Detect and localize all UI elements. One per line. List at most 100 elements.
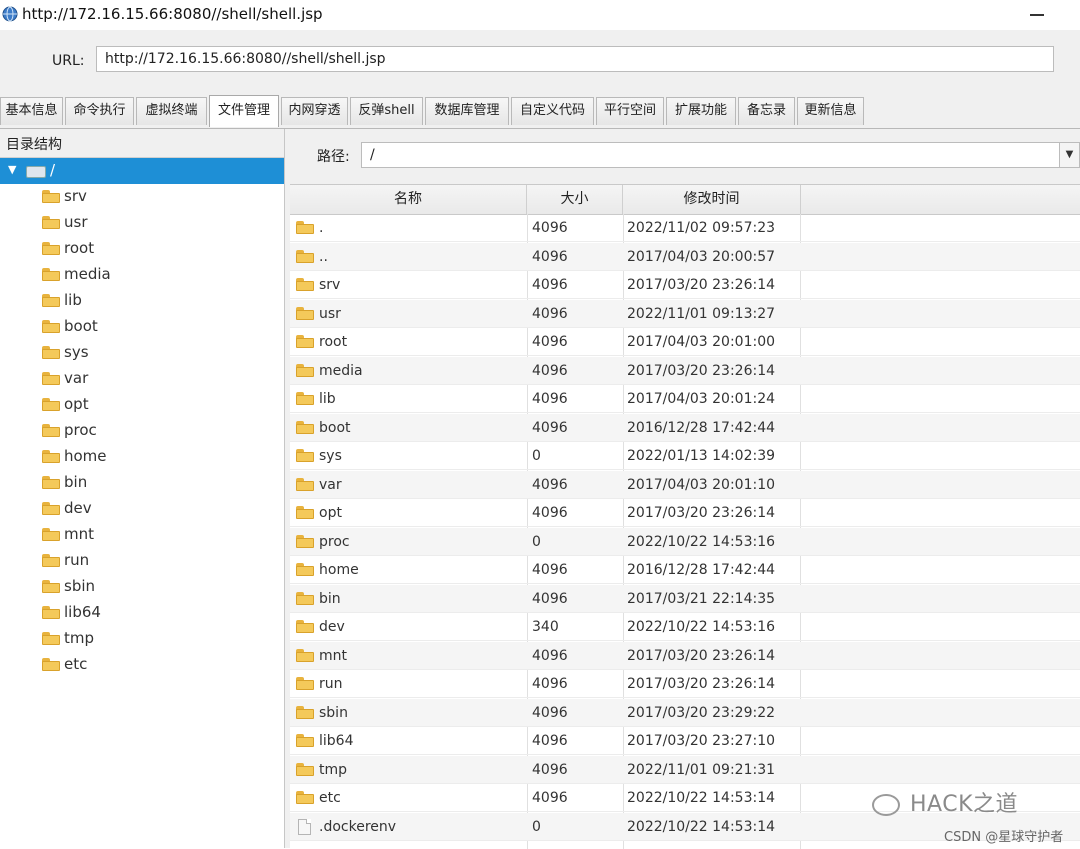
cell-mtime: 2022/11/01 09:13:27 [627,305,776,322]
folder-icon [42,294,60,307]
directory-tree-pane: 目录结构 ▼ / srv usr root media lib boot sys var opt… [0,129,285,848]
cell-name: run [319,676,343,692]
cell-size: 4096 [532,362,568,379]
folder-icon [296,477,314,491]
file-icon [298,818,311,835]
file-table: 名称 大小 修改时间 . 4096 2022/11/02 09:57:23.. 409… [290,184,1080,849]
cell-mtime: 2022/11/01 09:21:31 [627,761,776,778]
table-row[interactable]: boot 4096 2016/12/28 17:42:44 [290,413,1080,442]
table-row[interactable]: .. 4096 2017/04/03 20:00:57 [290,242,1080,271]
tab-database-manager[interactable]: 数据库管理 [425,97,509,125]
folder-icon [296,392,314,405]
cell-name: sys [319,448,342,464]
table-row[interactable]: proc 0 2022/10/22 14:53:16 [290,527,1080,556]
tab-parallel-space[interactable]: 平行空间 [596,97,664,125]
tab-bar: 基本信息 命令执行 虚拟终端 文件管理 内网穿透 反弹shell 数据库管理 自… [0,94,1080,129]
column-header-size[interactable]: 大小 [527,185,623,214]
wechat-icon [872,794,900,816]
tree-item-label: bin [64,473,88,491]
cell-size: 0 [532,448,541,464]
tab-extensions[interactable]: 扩展功能 [666,97,736,125]
tab-memo[interactable]: 备忘录 [738,97,795,125]
tree-item-label: run [64,551,90,569]
cell-size: 4096 [532,476,568,493]
table-row[interactable]: root 4096 2017/04/03 20:01:00 [290,328,1080,356]
cell-name: boot [319,419,351,436]
cell-size: 4096 [532,733,568,749]
cell-size: 4096 [532,590,568,607]
table-row[interactable]: sys 0 2022/01/13 14:02:39 [290,442,1080,470]
table-row[interactable]: sbin 4096 2017/03/20 23:29:22 [290,698,1080,727]
tab-reverse-shell[interactable]: 反弹shell [350,97,423,125]
table-row[interactable]: srv 4096 2017/03/20 23:26:14 [290,271,1080,299]
window-title: http://172.16.15.66:8080//shell/shell.js… [22,5,323,23]
cell-mtime: 2016/12/28 17:42:44 [627,419,776,436]
column-header-mtime[interactable]: 修改时间 [623,185,801,214]
table-row[interactable]: usr 4096 2022/11/01 09:13:27 [290,299,1080,328]
folder-icon [42,216,60,229]
tree-item-label: dev [64,499,92,517]
watermark: HACK之道 [872,786,1018,818]
tree-item-label: proc [64,421,97,439]
cell-name: tmp [319,761,348,778]
folder-icon [42,346,60,359]
cell-size: 4096 [532,334,568,350]
folder-icon [42,658,60,671]
cell-name: media [319,362,363,379]
column-header-name[interactable]: 名称 [290,185,527,214]
tab-custom-code[interactable]: 自定义代码 [511,97,594,125]
table-row[interactable]: lib64 4096 2017/03/20 23:27:10 [290,727,1080,755]
url-input[interactable]: http://172.16.15.66:8080//shell/shell.js… [96,46,1054,72]
file-list-pane: 路径: / ▼ 名称 大小 修改时间 . 4096 2022/11/02 09:57… [285,129,1080,849]
watermark-text: HACK之道 [910,792,1018,817]
table-row[interactable]: mnt 4096 2017/03/20 23:26:14 [290,641,1080,670]
tab-basic-info[interactable]: 基本信息 [0,97,63,125]
table-row[interactable]: opt 4096 2017/03/20 23:26:14 [290,499,1080,527]
folder-icon [296,420,314,434]
folder-icon [42,632,60,645]
folder-icon [296,449,314,462]
folder-icon [296,249,314,263]
cell-mtime: 2017/04/03 20:00:57 [627,248,776,265]
cell-mtime: 2017/03/20 23:27:10 [627,733,776,749]
path-input[interactable]: / [361,142,1060,168]
table-row[interactable]: media 4096 2017/03/20 23:26:14 [290,356,1080,385]
path-dropdown-button[interactable]: ▼ [1060,142,1080,168]
folder-icon [42,242,60,255]
folder-icon [42,528,60,541]
cell-mtime: 2017/03/20 23:26:14 [627,362,776,379]
table-row[interactable]: home 4096 2016/12/28 17:42:44 [290,556,1080,584]
expand-arrow-icon[interactable]: ▼ [8,163,16,176]
table-row[interactable]: dev 340 2022/10/22 14:53:16 [290,613,1080,641]
cell-mtime: 2022/10/22 14:53:16 [627,619,776,635]
drive-icon [26,166,46,178]
tab-file-manager[interactable]: 文件管理 [209,95,279,127]
cell-size: 4096 [532,391,568,407]
cell-size: 4096 [532,647,568,664]
minimize-button[interactable] [1030,14,1044,16]
tab-command-exec[interactable]: 命令执行 [65,97,134,125]
cell-name: lib [319,391,336,407]
cell-size: 4096 [532,562,568,578]
folder-icon [42,450,60,463]
table-row[interactable]: run 4096 2017/03/20 23:26:14 [290,670,1080,698]
table-row[interactable]: lib 4096 2017/04/03 20:01:24 [290,385,1080,413]
folder-icon [296,705,314,719]
cell-size: 0 [532,533,541,550]
table-row[interactable]: bin 4096 2017/03/21 22:14:35 [290,584,1080,613]
table-row[interactable]: var 4096 2017/04/03 20:01:10 [290,470,1080,499]
tree-item-label: srv [64,187,87,205]
tree-item-label: opt [64,395,89,413]
table-row[interactable]: . 4096 2022/11/02 09:57:23 [290,214,1080,242]
tab-update-info[interactable]: 更新信息 [797,97,864,125]
folder-icon [296,791,314,804]
table-row[interactable]: tmp 4096 2022/11/01 09:21:31 [290,755,1080,784]
tab-intranet-tunnel[interactable]: 内网穿透 [281,97,348,125]
folder-icon [42,502,60,515]
cell-mtime: 2017/03/20 23:26:14 [627,505,776,521]
path-label: 路径: [317,149,350,165]
cell-name: .dockerenv [319,818,397,835]
folder-icon [42,554,60,567]
tab-virtual-terminal[interactable]: 虚拟终端 [136,97,207,125]
tree-root-node[interactable]: ▼ / [0,158,284,184]
